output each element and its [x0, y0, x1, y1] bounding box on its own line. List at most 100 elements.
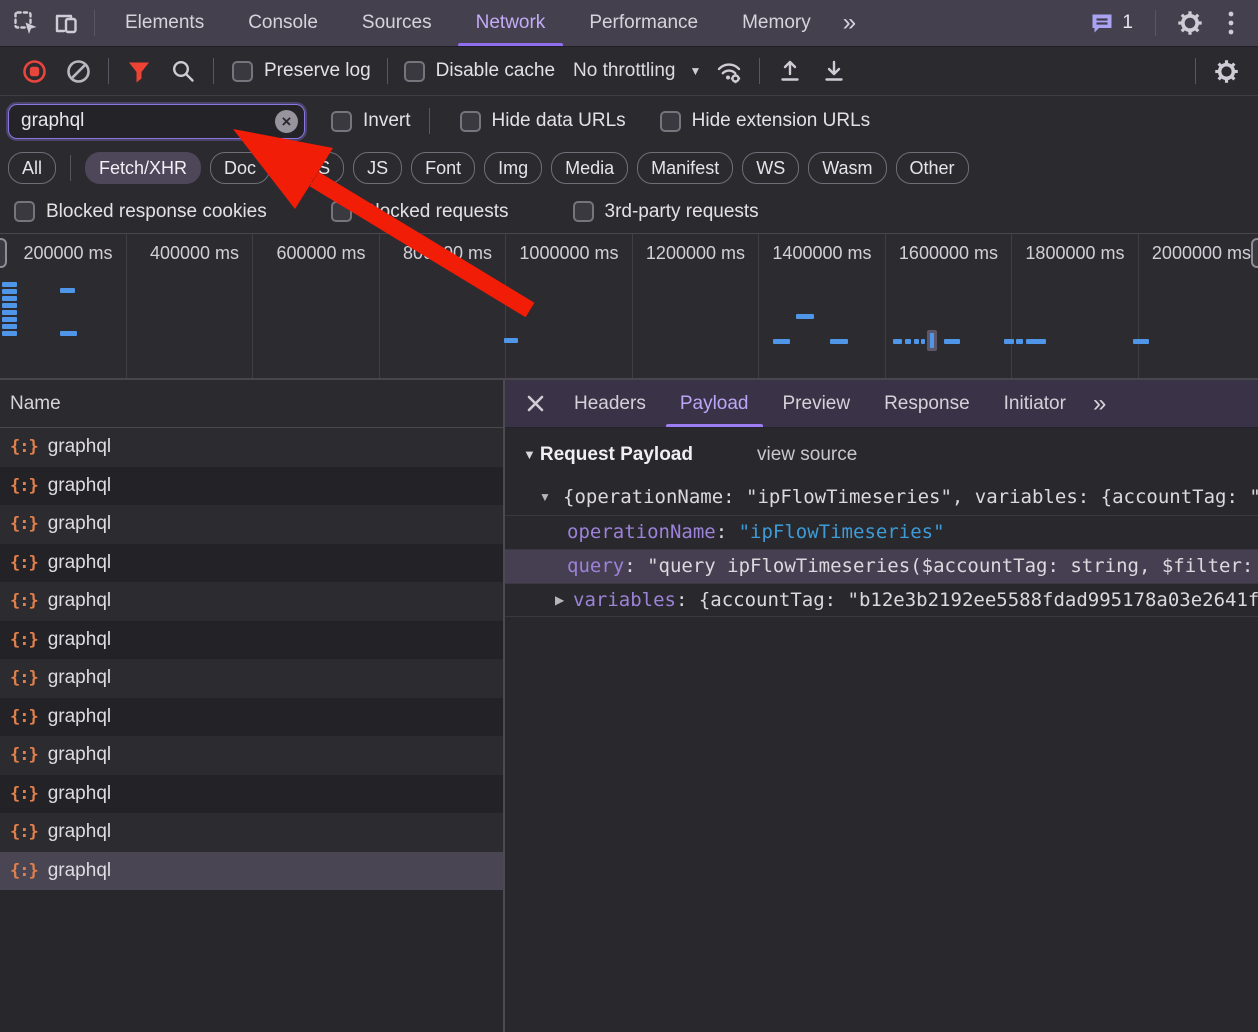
checkbox-box: [404, 61, 425, 82]
tab-console[interactable]: Console: [226, 0, 340, 46]
hide-extension-urls-checkbox[interactable]: Hide extension URLs: [660, 110, 870, 132]
timeline-bar: [796, 314, 814, 319]
overview-left-handle[interactable]: [0, 238, 7, 268]
devtools-window: ElementsConsoleSourcesNetworkPerformance…: [0, 0, 1258, 1032]
import-har-button[interactable]: [768, 49, 812, 93]
network-settings-button[interactable]: [1204, 49, 1248, 93]
filter-chip-doc[interactable]: Doc: [210, 152, 270, 184]
table-row[interactable]: {:}graphql: [0, 852, 503, 891]
name-column-label: Name: [10, 393, 61, 415]
details-tab-initiator[interactable]: Initiator: [987, 380, 1083, 427]
tab-memory[interactable]: Memory: [720, 0, 833, 46]
filter-chip-manifest[interactable]: Manifest: [637, 152, 733, 184]
more-details-tabs-button[interactable]: »: [1083, 392, 1116, 416]
table-row[interactable]: {:}graphql: [0, 698, 503, 737]
table-row[interactable]: {:}graphql: [0, 621, 503, 660]
filter-chip-fetch-xhr[interactable]: Fetch/XHR: [85, 152, 201, 184]
invert-checkbox[interactable]: Invert: [331, 110, 411, 132]
inspect-element-button[interactable]: [6, 3, 46, 43]
clear-network-log-button[interactable]: [56, 49, 100, 93]
timeline-tick-label: 800000 ms: [380, 234, 506, 264]
network-conditions-button[interactable]: [707, 49, 751, 93]
timeline-bar: [2, 296, 17, 301]
table-row[interactable]: {:}graphql: [0, 428, 503, 467]
details-tab-headers[interactable]: Headers: [557, 380, 663, 427]
table-row[interactable]: {:}graphql: [0, 467, 503, 506]
payload-tree-row[interactable]: operationName: "ipFlowTimeseries": [505, 515, 1258, 549]
request-name: graphql: [48, 667, 111, 689]
timeline-bar: [2, 317, 17, 322]
payload-tree-row[interactable]: ▶variables: {accountTag: "b12e3b2192ee55…: [505, 583, 1258, 617]
export-har-button[interactable]: [812, 49, 856, 93]
filter-chip-css[interactable]: CSS: [279, 152, 344, 184]
settings-button[interactable]: [1170, 3, 1210, 43]
tab-network[interactable]: Network: [454, 0, 568, 46]
timeline-bar: [2, 324, 17, 329]
table-row[interactable]: {:}graphql: [0, 813, 503, 852]
details-tab-response[interactable]: Response: [867, 380, 987, 427]
tab-sources[interactable]: Sources: [340, 0, 454, 46]
table-row[interactable]: {:}graphql: [0, 736, 503, 775]
timeline-section: 1600000 ms: [886, 234, 1013, 378]
details-tab-preview[interactable]: Preview: [766, 380, 868, 427]
view-source-link[interactable]: view source: [757, 444, 857, 466]
timeline-bar: [921, 339, 925, 344]
topbar-right-cluster: 1: [1082, 3, 1258, 43]
table-row[interactable]: {:}graphql: [0, 659, 503, 698]
timeline-tick-label: 200000 ms: [0, 234, 126, 264]
collapse-triangle-icon[interactable]: ▼: [539, 481, 551, 514]
divider: [1195, 58, 1196, 84]
network-toolbar: Preserve log Disable cache No throttling…: [0, 47, 1258, 96]
filter-chip-all[interactable]: All: [8, 152, 56, 184]
clear-filter-icon[interactable]: ×: [275, 110, 298, 133]
filter-chip-media[interactable]: Media: [551, 152, 628, 184]
tab-performance[interactable]: Performance: [567, 0, 720, 46]
fetch-xhr-icon: {:}: [10, 707, 38, 727]
tab-elements[interactable]: Elements: [103, 0, 226, 46]
json-token-plain: {operationName: "ipFlowTimeseries", vari…: [563, 486, 1258, 508]
filter-chip-img[interactable]: Img: [484, 152, 542, 184]
payload-tree-row[interactable]: ▼ {operationName: "ipFlowTimeseries", var…: [505, 481, 1258, 515]
upload-icon: [777, 58, 803, 84]
filter-toggle-button[interactable]: [117, 49, 161, 93]
table-row[interactable]: {:}graphql: [0, 582, 503, 621]
table-row[interactable]: {:}graphql: [0, 544, 503, 583]
issues-button[interactable]: 1: [1082, 12, 1141, 35]
disable-cache-checkbox[interactable]: Disable cache: [404, 60, 555, 82]
request-name: graphql: [48, 513, 111, 535]
timeline-bar: [2, 303, 17, 308]
device-toolbar-button[interactable]: [46, 3, 86, 43]
expand-triangle-icon[interactable]: ▶: [555, 584, 564, 617]
search-button[interactable]: [161, 49, 205, 93]
close-details-button[interactable]: [513, 382, 557, 426]
fetch-xhr-icon: {:}: [10, 591, 38, 611]
hide-data-urls-checkbox[interactable]: Hide data URLs: [460, 110, 626, 132]
3rd-party-requests-checkbox[interactable]: 3rd-party requests: [573, 201, 759, 223]
filter-chip-ws[interactable]: WS: [742, 152, 799, 184]
details-tab-payload[interactable]: Payload: [663, 380, 766, 427]
more-panels-button[interactable]: »: [833, 11, 866, 35]
timeline-bar: [944, 339, 960, 344]
filter-chip-font[interactable]: Font: [411, 152, 475, 184]
overview-right-handle[interactable]: [1251, 238, 1258, 268]
timeline-tick-label: 1200000 ms: [633, 234, 759, 264]
payload-tree-row[interactable]: query: "query ipFlowTimeseries($accountT…: [505, 549, 1258, 583]
kebab-menu-button[interactable]: [1216, 3, 1246, 43]
filter-chip-js[interactable]: JS: [353, 152, 402, 184]
table-row[interactable]: {:}graphql: [0, 775, 503, 814]
preserve-log-checkbox[interactable]: Preserve log: [232, 60, 371, 82]
filter-chip-wasm[interactable]: Wasm: [808, 152, 886, 184]
blocked-response-cookies-checkbox[interactable]: Blocked response cookies: [14, 201, 267, 223]
record-network-log-button[interactable]: [12, 49, 56, 93]
table-row[interactable]: {:}graphql: [0, 505, 503, 544]
request-payload-section-header[interactable]: ▼ Request Payload view source: [505, 428, 1258, 481]
hide-extension-urls-label: Hide extension URLs: [692, 110, 870, 132]
timeline-section: 400000 ms: [127, 234, 254, 378]
checkbox-box: [331, 111, 352, 132]
filter-chip-other[interactable]: Other: [896, 152, 969, 184]
throttling-dropdown[interactable]: No throttling ▼: [573, 60, 701, 82]
fetch-xhr-icon: {:}: [10, 822, 38, 842]
blocked-requests-checkbox[interactable]: Blocked requests: [331, 201, 509, 223]
name-column-header[interactable]: Name: [0, 380, 503, 428]
filter-input[interactable]: [8, 104, 305, 139]
